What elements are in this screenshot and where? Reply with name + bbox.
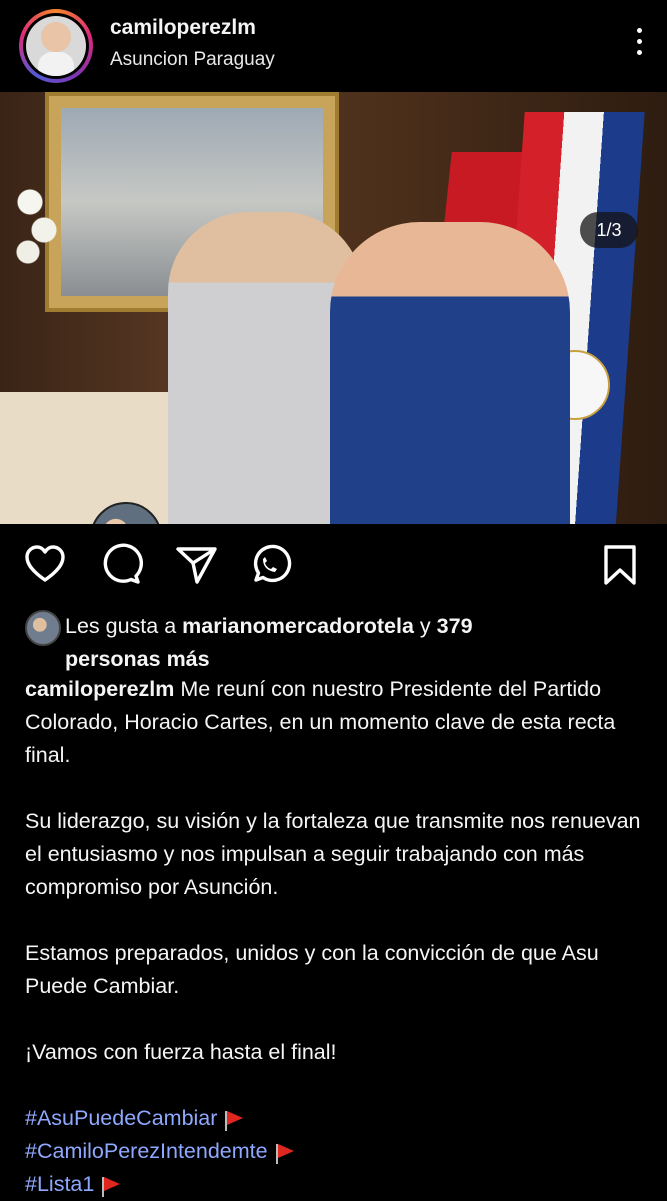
- red-flag-icon: [100, 1177, 121, 1197]
- red-flag-icon: [223, 1111, 244, 1131]
- post-header: camiloperezlm Asuncion Paraguay: [0, 0, 667, 92]
- carousel-counter: 1/3: [580, 212, 638, 248]
- hashtag-link[interactable]: #AsuPuedeCambiar: [25, 1106, 217, 1130]
- whatsapp-icon[interactable]: [246, 542, 292, 588]
- hashtag-link[interactable]: #Lista1: [25, 1172, 94, 1196]
- comment-icon[interactable]: [98, 542, 144, 588]
- send-icon[interactable]: [174, 542, 220, 588]
- red-flag-icon: [274, 1144, 294, 1164]
- action-bar: [0, 542, 667, 594]
- liker-username[interactable]: marianomercadorotela: [182, 614, 414, 638]
- post-username[interactable]: camiloperezlm: [110, 16, 256, 40]
- person-right: [330, 222, 570, 524]
- liker-avatar: [25, 610, 61, 646]
- likes-suffix[interactable]: personas más: [65, 647, 210, 671]
- caption-para4: ¡Vamos con fuerza hasta el final!: [25, 1040, 337, 1064]
- likes-prefix: Les gusta a: [65, 614, 183, 638]
- likes-text[interactable]: Les gusta a marianomercadorotela y 379 p…: [65, 610, 655, 676]
- caption-para3: Estamos preparados, unidos y con la conv…: [25, 941, 599, 998]
- more-vertical-icon[interactable]: [627, 28, 651, 64]
- orchid-decoration: [10, 182, 60, 272]
- shelf: [0, 392, 170, 524]
- avatar-image: [26, 16, 86, 76]
- caption-para2: Su liderazgo, su visión y la fortaleza q…: [25, 809, 641, 899]
- post-photo[interactable]: 1/3 ⟳: [0, 92, 667, 524]
- heart-icon[interactable]: [22, 542, 68, 588]
- post-caption: camiloperezlm Me reuní con nuestro Presi…: [25, 673, 645, 1201]
- caption-author[interactable]: camiloperezlm: [25, 677, 174, 701]
- likes-count[interactable]: 379: [437, 614, 473, 638]
- post-location[interactable]: Asuncion Paraguay: [110, 49, 275, 71]
- likes-middle: y: [413, 614, 437, 638]
- bookmark-icon[interactable]: [597, 542, 643, 588]
- profile-avatar[interactable]: [19, 9, 93, 83]
- hashtag-link[interactable]: #CamiloPerezIntendemte: [25, 1139, 268, 1163]
